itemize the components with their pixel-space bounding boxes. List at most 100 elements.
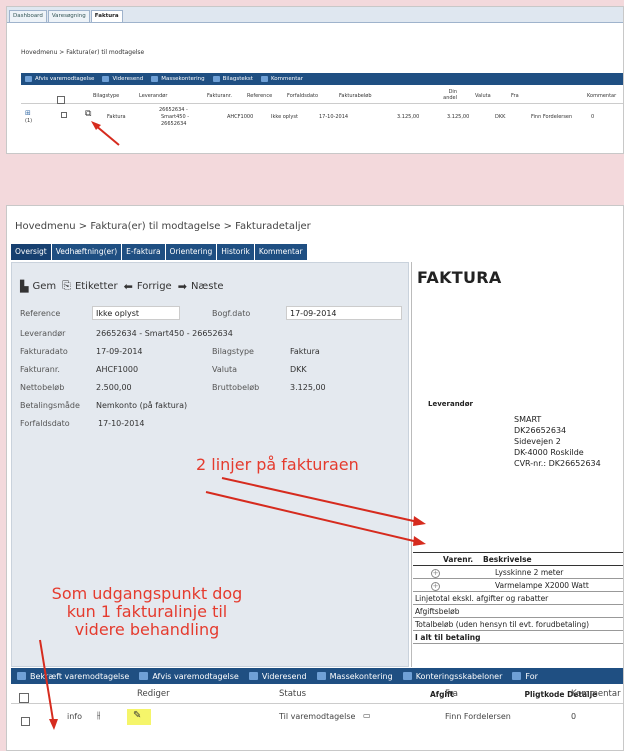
cell-status: Til varemodtagelse	[279, 712, 356, 721]
invoice-lines-table: Varenr. Beskrivelse + Lysskinne 2 meter …	[413, 552, 623, 644]
invoice-line[interactable]: + Varmelampe X2000 Watt	[413, 579, 623, 592]
bogf-date-input[interactable]: 17-09-2014	[286, 306, 402, 320]
invoice-lines-header: Varenr. Beskrivelse	[413, 553, 623, 566]
annotation-line-2: kun 1 fakturalinje til	[66, 602, 228, 621]
more-button[interactable]: For	[512, 672, 538, 681]
bogf-label: Bogf.dato	[212, 309, 251, 318]
detail-tab-bar: Oversigt Vedhæftning(er) E-faktura Orien…	[11, 244, 307, 260]
list-toolbar: Afvis varemodtagelse Videresend Massekon…	[21, 73, 623, 85]
mass-posting-icon	[316, 672, 326, 680]
bilagstype-value: Faktura	[290, 347, 320, 356]
top-tab-bar: Dashboard Varesøgning Faktura	[7, 7, 623, 23]
template-icon	[402, 672, 412, 680]
tab-vedhaeftninger[interactable]: Vedhæftning(er)	[51, 244, 122, 260]
posting-templates-button[interactable]: Konteringsskabeloner	[402, 672, 502, 681]
cell-fakturanr: AHCF1000	[227, 114, 254, 120]
cell-forfaldsdato: 17-10-2014	[319, 114, 349, 120]
open-external-icon[interactable]: ⧉	[85, 109, 91, 119]
supplier-address: SMART DK26652634 Sidevejen 2 DK-4000 Ros…	[514, 414, 601, 469]
tab-varesogning[interactable]: Varesøgning	[47, 10, 90, 22]
tab-historik[interactable]: Historik	[217, 244, 254, 260]
col-status[interactable]: Status	[279, 689, 306, 699]
col-beskrivelse: Beskrivelse	[483, 555, 532, 564]
annotation-two-lines: 2 linjer på fakturaen	[196, 455, 359, 474]
info-link[interactable]: info	[67, 712, 82, 721]
summary-afgift: Afgiftsbeløb	[415, 607, 460, 616]
supplier-street: Sidevejen 2	[514, 437, 561, 446]
cell-bilagstype: Faktura	[107, 114, 126, 120]
col-fra[interactable]: Fra	[511, 93, 519, 99]
table-row[interactable]: info ⫲ ✎ Til varemodtagelse ▭ Finn Forde…	[11, 708, 623, 728]
pencil-icon[interactable]: ✎	[133, 710, 141, 721]
tab-faktura[interactable]: Faktura	[90, 10, 123, 22]
tab-kommentar[interactable]: Kommentar	[254, 244, 307, 260]
col-din-andel[interactable]: Din andel	[437, 89, 457, 101]
col-fakturanr[interactable]: Fakturanr.	[207, 93, 232, 99]
annotation-line-1: Som udgangspunkt dog	[51, 584, 243, 603]
reference-input[interactable]: Ikke oplyst	[92, 306, 180, 320]
next-button[interactable]: ➡ Næste	[178, 280, 224, 293]
save-icon: ▙	[20, 279, 29, 293]
detail-actions: ▙ Gem ⎘ Etiketter ⬅ Forrige ➡ Næste	[20, 279, 224, 293]
tab-dashboard[interactable]: Dashboard	[9, 10, 47, 22]
forward-button[interactable]: Videresend	[102, 76, 143, 82]
col-fra[interactable]: Fra	[445, 689, 458, 699]
table-row[interactable]: ⊞ (1) ⧉ Faktura 26652634 - Smart450 - 26…	[21, 107, 623, 135]
fakturadato-value: 17-09-2014	[96, 347, 143, 356]
split-icon[interactable]: ⫲	[97, 710, 100, 721]
cell-reference: Ikke oplyst	[271, 114, 298, 120]
col-leverandor[interactable]: Leverandør	[139, 93, 167, 99]
voucher-text-button[interactable]: Bilagstekst	[212, 76, 253, 82]
confirm-receipt-button[interactable]: Bekræft varemodtagelse	[17, 672, 129, 681]
summary-line: Afgiftsbeløb	[413, 605, 623, 618]
summary-i-alt: I alt til betaling	[415, 633, 481, 642]
col-fakturabelob[interactable]: Fakturabeløb	[339, 93, 372, 99]
col-forfaldsdato[interactable]: Forfaldsdato	[287, 93, 318, 99]
arrow-left-icon: ⬅	[123, 279, 133, 293]
tab-efaktura[interactable]: E-faktura	[122, 244, 165, 260]
reject-receipt-button[interactable]: Afvis varemodtagelse	[139, 672, 239, 681]
col-reference[interactable]: Reference	[247, 93, 272, 99]
cell-leverandor-1: 26652634 -	[159, 107, 188, 113]
cell-kommentar: 0	[571, 712, 577, 721]
annotation-line-3: videre behandling	[74, 620, 220, 639]
bilagstype-label: Bilagstype	[212, 347, 254, 356]
comment-button[interactable]: Kommentar	[260, 76, 303, 82]
fakturanr-label: Fakturanr.	[20, 365, 60, 374]
text-icon	[212, 76, 220, 82]
invoice-preview: FAKTURA Leverandør SMART DK26652634 Side…	[411, 262, 623, 699]
col-kommentar[interactable]: Kommentar	[587, 93, 616, 99]
invoice-line[interactable]: + Lysskinne 2 meter	[413, 566, 623, 579]
mass-posting-button[interactable]: Massekontering	[316, 672, 393, 681]
col-bilagstype[interactable]: Bilagstype	[93, 93, 119, 99]
col-valuta[interactable]: Valuta	[475, 93, 491, 99]
save-button[interactable]: ▙ Gem	[20, 280, 56, 293]
reject-icon	[139, 672, 149, 680]
tab-oversigt[interactable]: Oversigt	[11, 244, 51, 260]
tag-icon: ⎘	[62, 279, 71, 292]
confirm-icon	[17, 672, 26, 680]
brutto-label: Bruttobeløb	[212, 383, 260, 392]
tab-orientering[interactable]: Orientering	[165, 244, 217, 260]
brutto-value: 3.125,00	[290, 383, 326, 392]
valuta-label: Valuta	[212, 365, 238, 374]
reject-receipt-button[interactable]: Afvis varemodtagelse	[25, 76, 94, 82]
invoice-line-desc: Lysskinne 2 meter	[495, 568, 564, 577]
col-rediger[interactable]: Rediger	[137, 689, 170, 699]
invoice-line-desc: Varmelampe X2000 Watt	[495, 581, 589, 590]
reference-label: Reference	[20, 309, 61, 318]
forward-button[interactable]: Videresend	[248, 672, 307, 681]
netto-value: 2.500,00	[96, 383, 132, 392]
chat-icon[interactable]: ▭	[363, 711, 371, 720]
col-kommentar[interactable]: Kommentar	[571, 689, 621, 699]
mass-posting-button[interactable]: Massekontering	[151, 76, 205, 82]
leverandor-value: 26652634 - Smart450 - 26652634	[96, 329, 233, 338]
invoice-list-panel: Dashboard Varesøgning Faktura Hovedmenu …	[6, 6, 624, 154]
supplier-name: SMART	[514, 415, 542, 424]
valuta-value: DKK	[290, 365, 307, 374]
previous-button[interactable]: ⬅ Forrige	[124, 280, 172, 293]
labels-button[interactable]: ⎘ Etiketter	[62, 279, 118, 293]
supplier-cvr: CVR-nr.: DK26652634	[514, 459, 601, 468]
expand-icon[interactable]: ⊞	[25, 109, 31, 117]
supplier-vat: DK26652634	[514, 426, 567, 435]
